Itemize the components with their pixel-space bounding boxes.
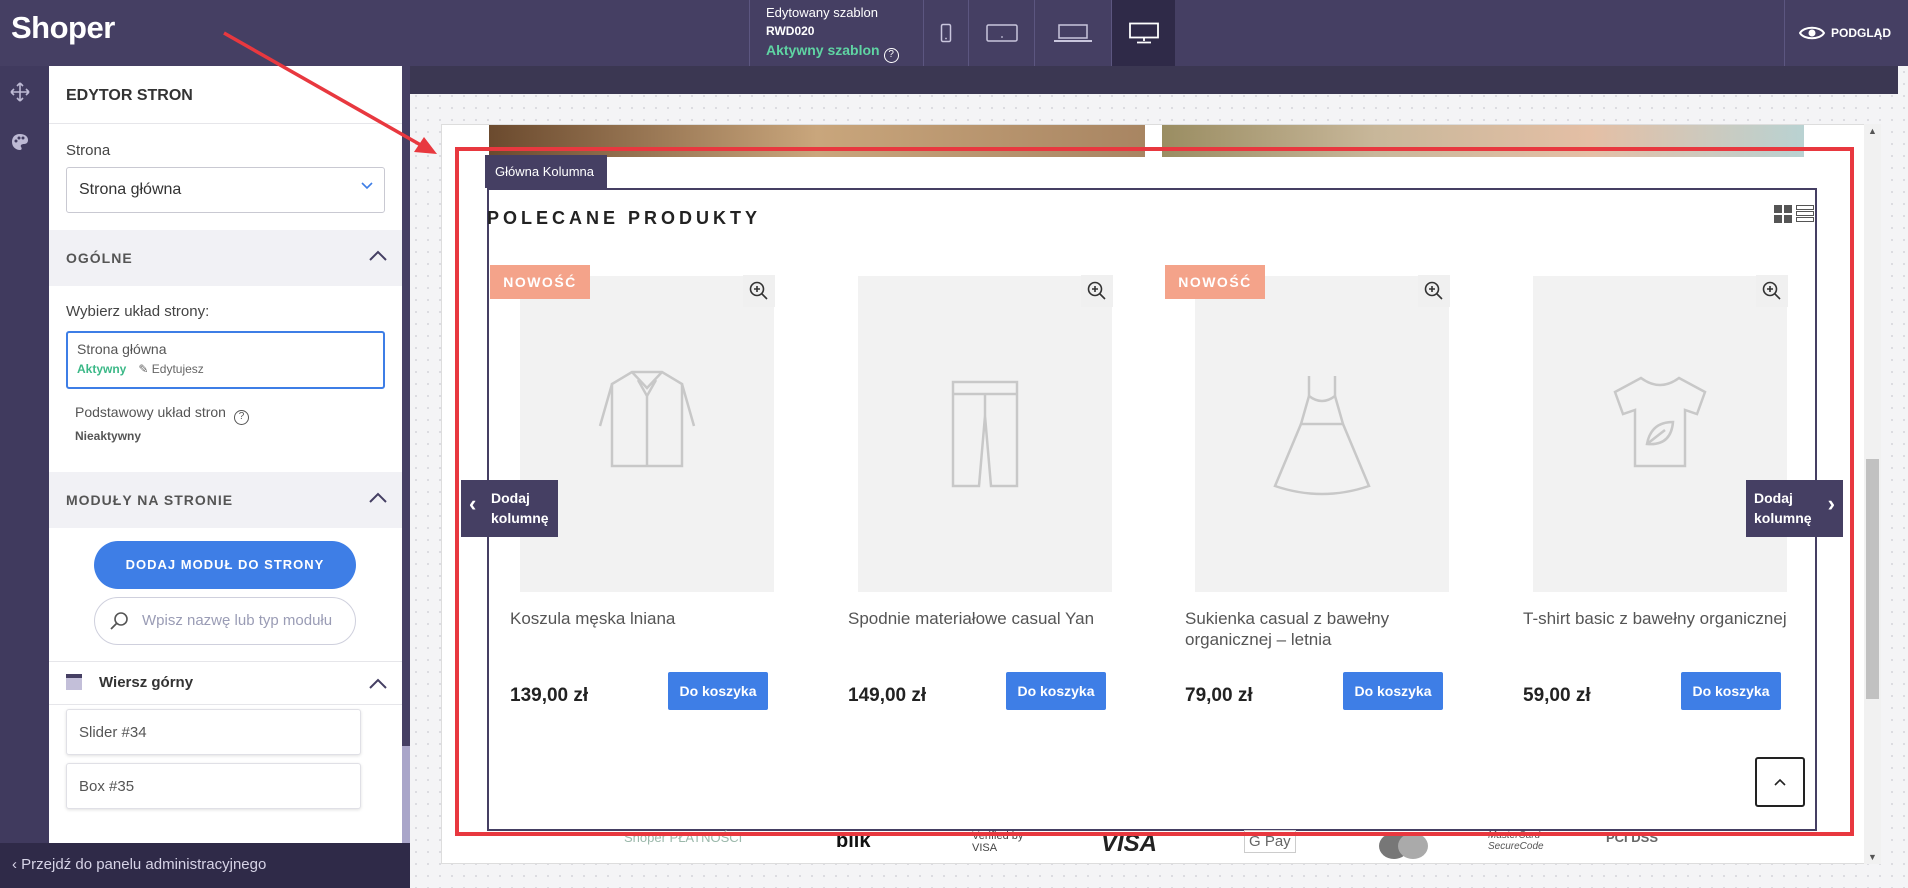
highlight-box xyxy=(455,147,1854,836)
mastercard-circle-icon xyxy=(1398,833,1428,859)
layout-label: Wybierz układ strony: xyxy=(66,303,210,320)
eye-icon xyxy=(1799,26,1825,40)
mobile-icon xyxy=(940,23,952,43)
row-icon xyxy=(66,674,82,690)
help-icon[interactable]: ? xyxy=(883,48,899,63)
back-to-admin-link[interactable]: ‹ Przejdź do panelu administracyjnego xyxy=(0,843,410,888)
add-module-button[interactable]: DODAJ MODUŁ DO STRONY xyxy=(94,541,356,589)
module-item[interactable]: Slider #34 xyxy=(66,709,361,755)
back-link-label: Przejdź do panelu administracyjnego xyxy=(21,856,267,873)
general-section-header[interactable]: OGÓLNE xyxy=(49,230,402,286)
general-section-label: OGÓLNE xyxy=(66,250,133,266)
chevron-up-icon xyxy=(369,492,387,503)
chevron-down-icon xyxy=(360,178,374,197)
help-icon[interactable]: ? xyxy=(233,410,249,425)
layout-edit-label: Edytujesz xyxy=(151,362,204,376)
module-item[interactable]: Box #35 xyxy=(66,763,361,809)
row-top-header[interactable]: Wiersz górny xyxy=(49,661,402,705)
canvas-scrollbar[interactable]: ▲ ▼ xyxy=(1864,124,1881,864)
palette-icon[interactable] xyxy=(10,132,30,152)
laptop-icon xyxy=(1054,24,1092,42)
chevron-left-icon: ‹ xyxy=(12,856,17,873)
desktop-icon xyxy=(1128,22,1159,44)
layout-option-basic[interactable]: Podstawowy układ stron? Nieaktywny xyxy=(75,404,249,443)
preview-label: PODGLĄD xyxy=(1831,26,1891,40)
row-top-label: Wiersz górny xyxy=(99,674,194,691)
page-label: Strona xyxy=(66,142,111,159)
page-select-value: Strona główna xyxy=(79,181,182,198)
layout-status: Nieaktywny xyxy=(75,429,142,443)
modules-section-header[interactable]: MODUŁY NA STRONIE xyxy=(49,472,402,528)
page-select[interactable]: Strona główna xyxy=(66,167,385,213)
module-search-placeholder: Wpisz nazwę lub typ modułu xyxy=(142,612,333,629)
scroll-down-arrow-icon[interactable]: ▼ xyxy=(1868,852,1877,862)
layout-name: Podstawowy układ stron xyxy=(75,404,226,420)
device-desktop-button[interactable] xyxy=(1111,0,1175,66)
move-icon[interactable] xyxy=(10,82,30,102)
layout-edit: ✎ Edytujesz xyxy=(138,362,203,376)
device-laptop-button[interactable] xyxy=(1034,0,1111,66)
layout-status: Aktywny xyxy=(77,362,127,376)
pencil-icon: ✎ xyxy=(138,362,149,376)
preview-button[interactable]: PODGLĄD xyxy=(1784,0,1908,66)
panel-scrollbar[interactable] xyxy=(402,66,410,843)
template-status: Aktywny szablon xyxy=(766,42,880,58)
chevron-up-icon xyxy=(369,250,387,261)
canvas-top-strip xyxy=(410,66,1898,94)
chevron-up-icon xyxy=(369,678,387,689)
tablet-icon xyxy=(985,24,1018,42)
layout-name: Strona główna xyxy=(77,341,167,357)
search-icon xyxy=(110,612,128,630)
page-editor-panel: EDYTOR STRON Strona Strona główna OGÓLNE… xyxy=(49,66,402,843)
scroll-up-arrow-icon[interactable]: ▲ xyxy=(1868,126,1877,136)
device-mobile-button[interactable] xyxy=(923,0,968,66)
modules-section-label: MODUŁY NA STRONIE xyxy=(66,492,234,508)
top-bar: Shoper Edytowany szablon RWD020 Aktywny … xyxy=(0,0,1908,66)
device-tablet-button[interactable] xyxy=(968,0,1034,66)
shoper-logo[interactable]: Shoper xyxy=(11,10,115,46)
layout-option-active[interactable]: Strona główna Aktywny ✎ Edytujesz xyxy=(66,331,385,389)
left-rail xyxy=(0,66,49,843)
panel-title: EDYTOR STRON xyxy=(49,66,402,124)
scroll-thumb[interactable] xyxy=(1866,459,1879,699)
module-search-input[interactable]: Wpisz nazwę lub typ modułu xyxy=(94,597,356,645)
